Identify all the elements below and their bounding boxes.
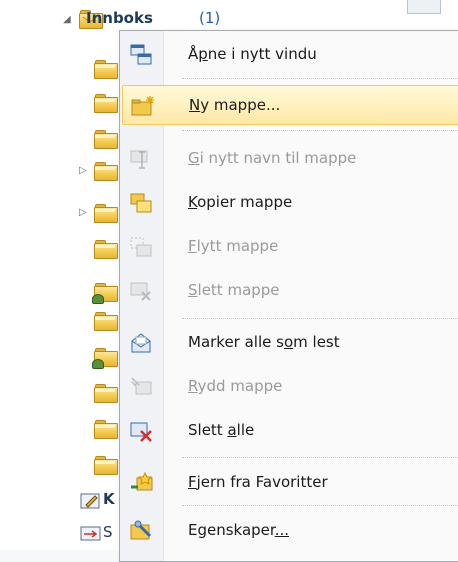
expand-arrow-icon[interactable]: ▷	[79, 208, 87, 218]
delete-all-icon	[130, 420, 152, 442]
folder-icon[interactable]	[94, 130, 118, 149]
drafts-label-partial[interactable]: K	[103, 490, 115, 508]
folder-icon[interactable]	[94, 420, 118, 439]
shared-folder-icon[interactable]	[92, 348, 118, 369]
menu-item-label: Slett alle	[188, 421, 255, 439]
menu-item-label: Rydd mappe	[188, 377, 283, 395]
remove-favorite-icon	[130, 472, 153, 494]
menu-item-label: Fjern fra Favoritter	[188, 473, 328, 491]
move-folder-icon	[130, 236, 152, 258]
rename-folder-icon	[130, 148, 152, 170]
menu-item-open-in-new-window[interactable]: Åpne i nytt vindu	[122, 35, 458, 75]
folder-icon[interactable]	[94, 240, 118, 259]
folder-icon[interactable]	[94, 94, 118, 113]
menu-separator	[182, 78, 458, 79]
new-folder-icon	[131, 95, 154, 117]
sent-items-icon[interactable]	[80, 524, 102, 542]
menu-item-label: Marker alle som lest	[188, 333, 340, 351]
menu-item-delete-all[interactable]: Slett alle	[122, 411, 458, 451]
drafts-icon[interactable]	[80, 492, 102, 510]
menu-item-label: Ny mappe...	[189, 96, 281, 114]
properties-icon	[130, 520, 152, 542]
folder-icon[interactable]	[94, 162, 118, 181]
folder-icon[interactable]	[94, 204, 118, 223]
menu-item-properties[interactable]: Egenskaper...	[122, 511, 458, 551]
folder-icon[interactable]	[94, 60, 118, 79]
tree-scrollbar[interactable]	[407, 0, 441, 14]
mark-read-icon	[130, 332, 152, 354]
menu-item-label: Egenskaper...	[188, 521, 290, 539]
expand-arrow-icon[interactable]: ▷	[79, 166, 87, 176]
menu-item-label: Åpne i nytt vindu	[188, 45, 317, 63]
context-menu: Åpne i nytt vindu Ny mappe... Gi nytt na…	[119, 30, 458, 562]
inbox-label[interactable]: Innboks	[86, 9, 153, 27]
open-window-icon	[130, 44, 152, 66]
menu-separator	[182, 505, 458, 506]
inbox-unread-count: (1)	[199, 9, 221, 27]
menu-separator	[182, 130, 458, 131]
menu-item-delete-folder[interactable]: Slett mappe	[122, 271, 458, 311]
menu-item-move-folder[interactable]: Flytt mappe	[122, 227, 458, 267]
menu-item-label: Slett mappe	[188, 281, 280, 299]
folder-icon[interactable]	[94, 384, 118, 403]
menu-item-label: Flytt mappe	[188, 237, 279, 255]
menu-item-clean-up-folder[interactable]: Rydd mappe	[122, 367, 458, 407]
folder-icon[interactable]	[94, 456, 118, 475]
delete-folder-icon	[130, 280, 152, 302]
folder-icon[interactable]	[94, 312, 118, 331]
menu-item-rename-folder[interactable]: Gi nytt navn til mappe	[122, 139, 458, 179]
cleanup-folder-icon	[130, 376, 152, 398]
shared-folder-icon[interactable]	[92, 283, 118, 304]
menu-item-label: Kopier mappe	[188, 193, 293, 211]
menu-item-copy-folder[interactable]: Kopier mappe	[122, 183, 458, 223]
menu-separator	[182, 318, 458, 319]
copy-folder-icon	[130, 192, 152, 214]
collapse-arrow-icon[interactable]: ◢	[63, 15, 71, 25]
menu-item-mark-all-read[interactable]: Marker alle som lest	[122, 323, 458, 363]
menu-separator	[182, 457, 458, 458]
menu-item-new-folder[interactable]: Ny mappe...	[122, 85, 458, 125]
menu-item-remove-from-favorites[interactable]: Fjern fra Favoritter	[122, 463, 458, 503]
menu-item-label: Gi nytt navn til mappe	[188, 149, 357, 167]
sent-label-partial[interactable]: S	[103, 523, 113, 541]
